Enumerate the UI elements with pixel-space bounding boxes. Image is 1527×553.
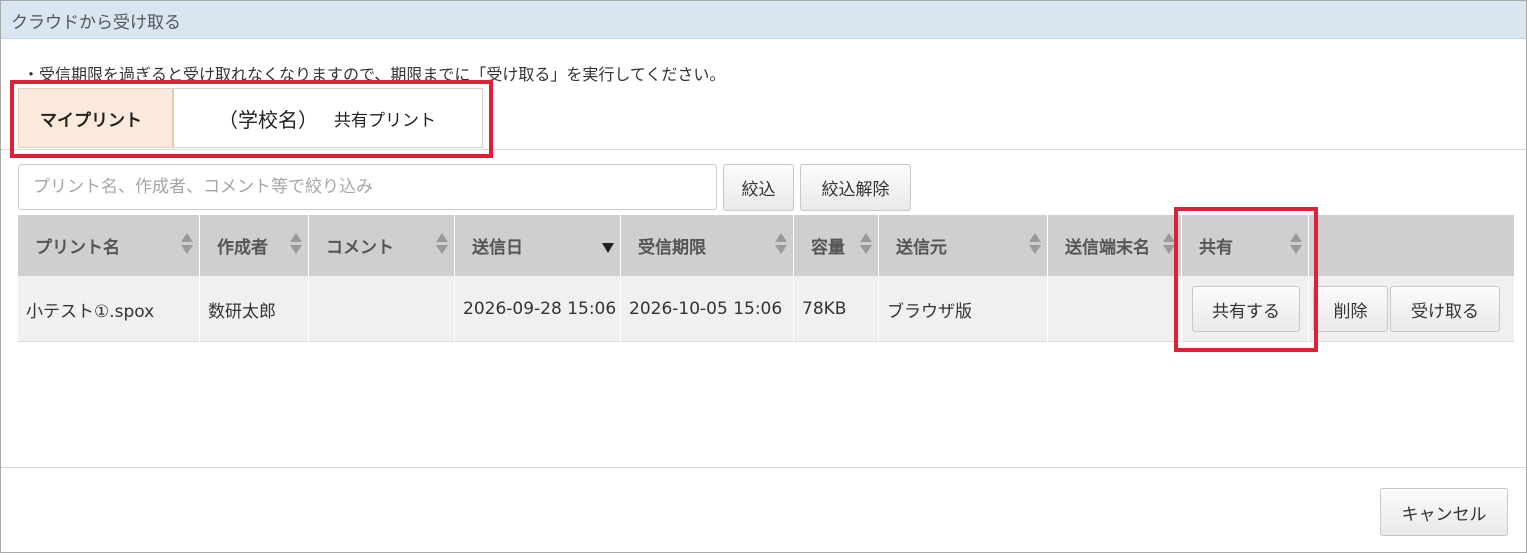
cell-print-name: 小テスト①.spox [18,276,200,342]
cell-sent-date: 2026-09-28 15:06 [455,276,621,342]
sort-icon [860,233,872,257]
sort-icon [181,233,193,257]
column-header-actions [1309,215,1514,276]
clear-filter-button[interactable]: 絞込解除 [800,164,911,211]
sort-icon [1029,233,1041,257]
tab-shared-prints[interactable]: （学校名） 共有プリント [173,88,483,148]
table-row: 小テスト①.spox 数研太郎 2026-09-28 15:06 2026-10… [18,276,1514,342]
sort-icon [1163,233,1175,257]
deadline-notice: ・受信期限を過ぎると受け取れなくなりますので、期限までに「受け取る」を実行してく… [23,65,726,84]
cell-device [1048,276,1182,342]
tab-my-prints-label: マイプリント [40,110,142,131]
column-header-deadline[interactable]: 受信期限 [621,215,794,276]
filter-search-input[interactable] [18,164,717,210]
sort-icon [1290,233,1302,257]
share-button[interactable]: 共有する [1192,286,1300,332]
footer-divider [1,467,1526,468]
cell-deadline: 2026-10-05 15:06 [621,276,794,342]
column-header-print-name[interactable]: プリント名 [18,215,200,276]
cancel-button[interactable]: キャンセル [1380,488,1508,536]
tab-my-prints[interactable]: マイプリント [18,88,173,148]
filter-button[interactable]: 絞込 [723,164,794,211]
receive-button[interactable]: 受け取る [1390,286,1500,332]
sort-icon [290,233,302,257]
cell-source: ブラウザ版 [879,276,1048,342]
cell-size: 78KB [794,276,879,342]
dialog-titlebar: クラウドから受け取る [1,1,1526,39]
cell-comment [309,276,455,342]
school-name-placeholder: （学校名） [218,107,318,132]
column-header-author[interactable]: 作成者 [200,215,309,276]
receive-from-cloud-dialog: クラウドから受け取る ・受信期限を過ぎると受け取れなくなりますので、期限までに「… [0,0,1527,553]
column-header-sent-date[interactable]: 送信日 [455,215,621,276]
column-header-comment[interactable]: コメント [309,215,455,276]
column-header-source[interactable]: 送信元 [879,215,1048,276]
table-header: プリント名 作成者 コメント 送信日 受信期限 容量 送信元 送信端末名 共有 [18,215,1514,276]
column-header-size[interactable]: 容量 [794,215,879,276]
column-header-device[interactable]: 送信端末名 [1048,215,1182,276]
cell-author: 数研太郎 [200,276,309,342]
sort-icon [436,233,448,257]
dialog-title: クラウドから受け取る [11,13,181,33]
column-header-share[interactable]: 共有 [1182,215,1309,276]
sort-icon [775,233,787,257]
delete-button[interactable]: 削除 [1313,286,1388,332]
sort-desc-icon [602,233,614,257]
tab-shared-prints-label: 共有プリント [334,110,436,131]
tabs-divider [1,149,1526,150]
